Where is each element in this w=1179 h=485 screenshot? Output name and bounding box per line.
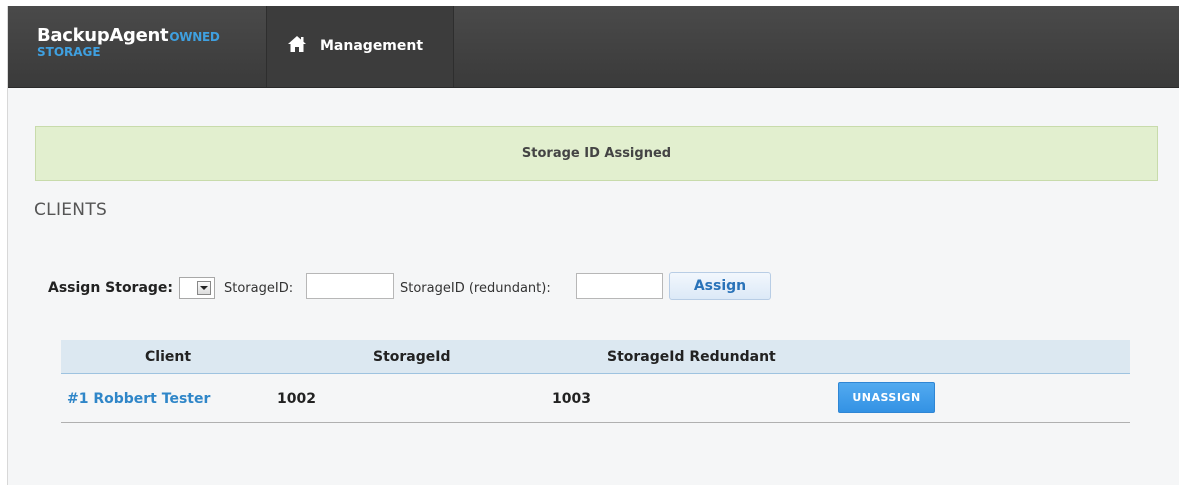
chevron-down-icon	[197, 281, 211, 295]
app-frame: BackupAgentOWNED STORAGE Management Stor…	[7, 6, 1179, 485]
home-icon	[288, 36, 306, 52]
unassign-button[interactable]: UNASSIGN	[838, 382, 935, 413]
storage-id-redundant-value: 1003	[552, 391, 591, 407]
column-header-storageid: StorageId	[373, 349, 451, 365]
top-navbar: BackupAgentOWNED STORAGE Management	[8, 6, 1179, 88]
nav-item-label: Management	[320, 38, 424, 54]
table-header: Client StorageId StorageId Redundant	[61, 340, 1130, 374]
success-alert: Storage ID Assigned	[35, 126, 1158, 181]
brand-logo[interactable]: BackupAgentOWNED STORAGE	[8, 6, 267, 87]
brand-name: BackupAgent	[37, 25, 169, 46]
table-row: #1 Robbert Tester 1002 1003 UNASSIGN	[61, 374, 1130, 423]
storage-id-input[interactable]	[306, 273, 394, 299]
brand-title: BackupAgentOWNED	[37, 25, 220, 46]
storage-id-redundant-input[interactable]	[576, 273, 663, 299]
section-title: CLIENTS	[34, 200, 108, 220]
brand-owned: OWNED	[169, 30, 220, 44]
storage-id-value: 1002	[277, 391, 316, 407]
alert-message: Storage ID Assigned	[521, 146, 672, 161]
storage-id-label: StorageID:	[224, 281, 294, 296]
assign-storage-label: Assign Storage:	[48, 280, 174, 296]
column-header-client: Client	[145, 349, 192, 365]
column-header-storageid-redundant: StorageId Redundant	[607, 349, 776, 365]
client-link[interactable]: #1 Robbert Tester	[67, 391, 210, 407]
storage-select[interactable]	[179, 277, 215, 299]
storage-id-redundant-label: StorageID (redundant):	[400, 281, 551, 296]
assign-button[interactable]: Assign	[669, 272, 771, 300]
brand-storage: STORAGE	[37, 45, 101, 59]
nav-item-management[interactable]: Management	[267, 6, 454, 87]
